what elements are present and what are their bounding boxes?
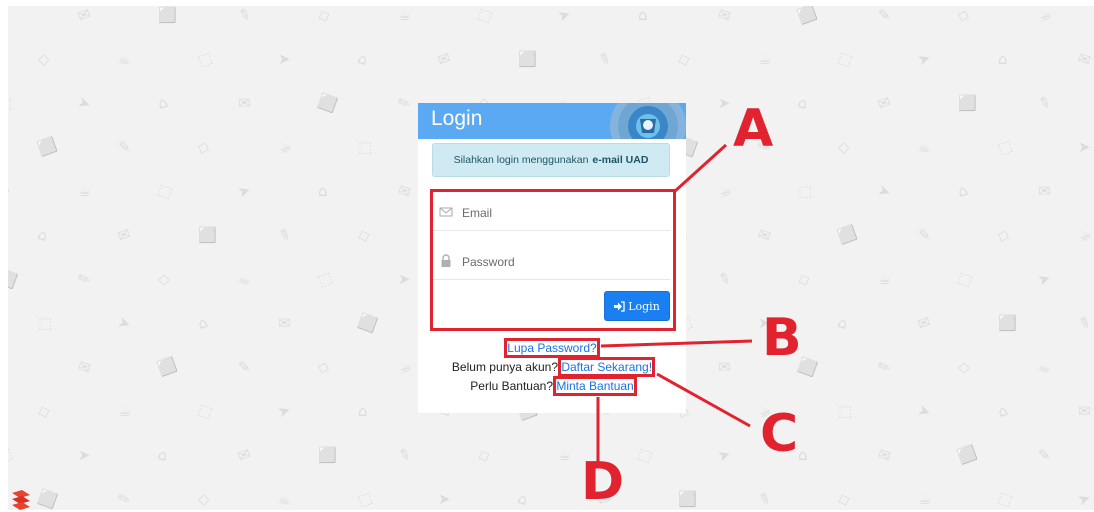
corner-widget-icon[interactable]	[10, 489, 32, 510]
annotation-lines	[596, 143, 753, 462]
annotation-label-b: B	[762, 308, 802, 368]
annotation-label-a: A	[733, 99, 774, 159]
annotation-label-d: D	[581, 452, 625, 512]
annotation-label-c: C	[760, 404, 799, 464]
